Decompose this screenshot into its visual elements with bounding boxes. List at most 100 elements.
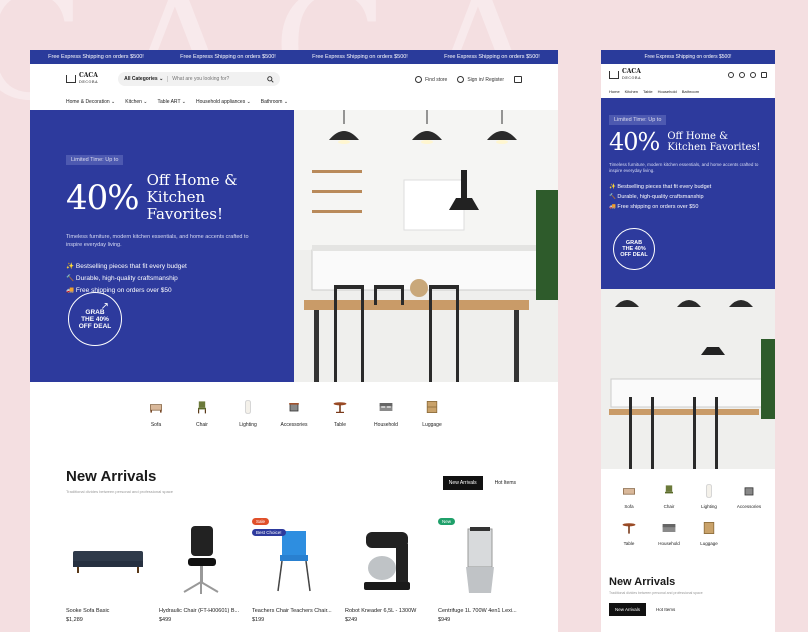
category-lighting[interactable]: Lighting	[236, 398, 260, 428]
mobile-header: CACA DECORA	[601, 64, 775, 86]
category-label: All Categories	[124, 76, 158, 82]
tab-new-arrivals[interactable]: New Arrivals	[442, 476, 483, 490]
ticker-text: Free Express Shipping on orders $500!	[312, 54, 408, 60]
location-icon	[415, 75, 423, 83]
tab-new-arrivals[interactable]: New Arrivals	[609, 603, 647, 616]
lamp-icon	[706, 484, 712, 498]
category-household[interactable]: Household	[374, 398, 398, 428]
product-card[interactable]: Robot Kneader 6,5L - 1300W $249	[345, 520, 429, 623]
main-nav: Home & Decoration Kitchen Table ART Hous…	[30, 94, 558, 110]
category-table[interactable]: Table	[328, 398, 352, 428]
cart-icon[interactable]	[761, 72, 767, 78]
hero-text-panel: Limited Time: Up to 40% Off Home & Kitche…	[30, 110, 294, 382]
stand-mixer-image	[364, 532, 410, 590]
nav-item-table-art[interactable]: Table ART	[158, 99, 186, 105]
find-store-label: Find store	[425, 76, 448, 83]
category-sofa[interactable]: Sofa	[144, 398, 168, 428]
brand-sub: DECORA	[622, 76, 642, 80]
logo[interactable]: CACA DECORA	[66, 73, 98, 85]
product-name: Sooke Sofa Basic	[66, 608, 110, 614]
tab-hot-items[interactable]: Hot Items	[489, 476, 522, 490]
lamp-icon	[245, 400, 251, 414]
new-arrivals-section: New Arrivals Traditional divides between…	[66, 468, 522, 494]
logo-icon	[609, 71, 619, 79]
hero-banner: Limited Time: Up to 40% Off Home & Kitche…	[30, 110, 558, 382]
product-price: $249	[345, 617, 358, 623]
tab-hot-items[interactable]: Hot Items	[650, 603, 681, 616]
search-input[interactable]	[172, 76, 264, 82]
hero-percent: 40%	[66, 177, 140, 218]
hero-bullet: 🔨 Durable, high-quality craftsmanship	[66, 275, 178, 282]
limited-time-pill: Limited Time: Up to	[609, 115, 667, 125]
nav-item-household[interactable]: Household appliances	[196, 99, 251, 105]
category-household[interactable]: Household	[649, 519, 689, 546]
header: CACADECORA All Categories ⌄ Find store S…	[30, 64, 558, 94]
category-luggage[interactable]: Luggage	[689, 519, 729, 546]
category-label: Chair	[663, 504, 675, 509]
category-accessories[interactable]: Accessories	[281, 398, 307, 428]
product-card[interactable]: Sale Best Choice! Teachers Chair Teacher…	[252, 518, 336, 623]
product-price: $499	[159, 617, 172, 623]
user-icon	[457, 75, 465, 83]
grab-line-3: OFF DEAL	[620, 252, 648, 258]
category-label: Lighting	[701, 504, 717, 509]
hero-description: Timeless furniture, modern kitchen essen…	[609, 162, 759, 173]
sign-in-link[interactable]: Sign in/ Register	[457, 75, 504, 83]
category-label: Chair	[196, 422, 208, 428]
nav-item-bathroom[interactable]: Bathroom	[261, 99, 288, 105]
bed-icon	[379, 403, 393, 411]
blue-chair-image	[277, 531, 311, 592]
nav-item-bathroom[interactable]: Bathroom	[682, 89, 699, 94]
category-chair[interactable]: Chair	[649, 482, 689, 509]
sofa-icon	[623, 488, 635, 495]
product-price: $949	[438, 617, 451, 623]
nav-item-table[interactable]: Table	[643, 89, 653, 94]
location-icon[interactable]	[739, 72, 745, 78]
category-label: Table	[334, 422, 346, 428]
product-image	[66, 520, 150, 600]
sale-badge: Sale	[252, 518, 270, 525]
ticker-text: Free Express Shipping on orders $500!	[644, 54, 732, 60]
nav-item-kitchen[interactable]: Kitchen	[125, 99, 147, 105]
logo[interactable]: CACA DECORA	[609, 69, 641, 81]
search-bar: All Categories ⌄	[118, 72, 281, 86]
hero-headline-2: Kitchen Favorites!	[667, 142, 761, 153]
category-label: Luggage	[700, 541, 718, 546]
category-lighting[interactable]: Lighting	[689, 482, 729, 509]
product-image	[159, 520, 243, 600]
hero-description: Timeless furniture, modern kitchen essen…	[66, 234, 249, 248]
best-choice-badge: Best Choice!	[252, 529, 286, 536]
category-accessories[interactable]: Accessories	[729, 482, 769, 509]
mobile-category-grid: Sofa Chair Lighting Accessories Table Ho…	[609, 482, 769, 546]
nav-item-home[interactable]: Home	[609, 89, 620, 94]
juicer-image	[466, 527, 494, 593]
grab-deal-button[interactable]: GRAB THE 40% OFF DEAL	[613, 228, 655, 270]
product-card[interactable]: Sooke Sofa Basic $1,289	[66, 520, 150, 623]
nav-item-home-decoration[interactable]: Home & Decoration	[66, 99, 115, 105]
sofa-image	[73, 551, 143, 573]
find-store-link[interactable]: Find store	[415, 75, 448, 83]
nav-item-kitchen[interactable]: Kitchen	[625, 89, 638, 94]
mobile-frame: Free Express Shipping on orders $500! CA…	[601, 50, 775, 632]
sign-in-label: Sign in/ Register	[467, 76, 504, 83]
category-sofa[interactable]: Sofa	[609, 482, 649, 509]
search-icon[interactable]	[267, 75, 274, 83]
brand-name: CACA	[622, 68, 641, 75]
grab-deal-button[interactable]: ↗ GRAB THE 40% OFF DEAL	[68, 292, 122, 346]
search-icon[interactable]	[728, 72, 734, 78]
grab-line-2: THE 40%	[81, 315, 109, 323]
nav-item-household[interactable]: Household	[658, 89, 677, 94]
mobile-hero: Limited Time: Up to 40% Off Home & Kitche…	[601, 98, 775, 289]
shipping-ticker: Free Express Shipping on orders $500! Fr…	[30, 50, 558, 64]
product-card[interactable]: Hydraulic Chair (FT-H00601) B... $499	[159, 520, 243, 623]
category-label: Lighting	[239, 422, 257, 428]
category-select[interactable]: All Categories ⌄	[124, 76, 169, 82]
user-icon[interactable]	[750, 72, 756, 78]
category-table[interactable]: Table	[609, 519, 649, 546]
category-chair[interactable]: Chair	[190, 398, 214, 428]
product-card[interactable]: New Centrifuge 1L 700W 4en1 Lexi... $949	[438, 518, 522, 623]
cart-icon[interactable]	[514, 75, 522, 83]
accessory-icon	[744, 487, 754, 496]
hero-headline-1: Off Home &	[146, 171, 238, 189]
category-luggage[interactable]: Luggage	[420, 398, 444, 428]
